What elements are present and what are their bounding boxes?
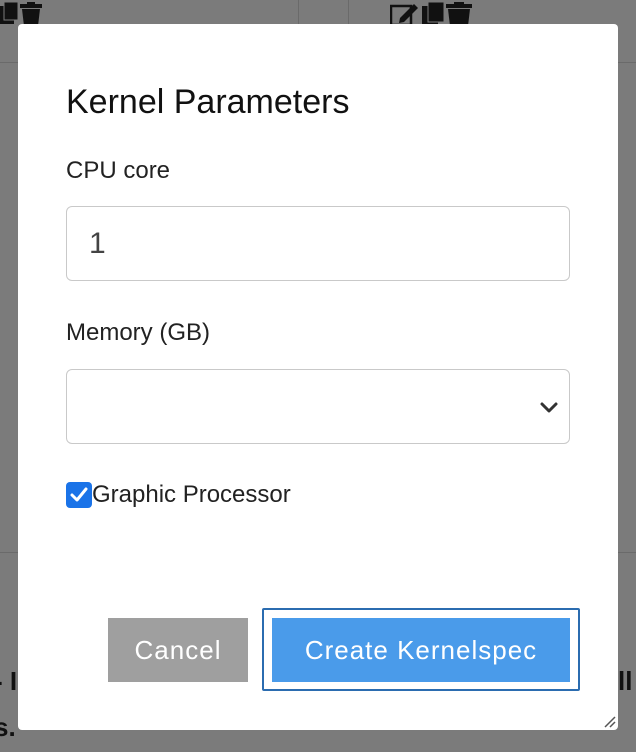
graphic-processor-label: Graphic Processor [92, 481, 291, 508]
memory-select[interactable] [66, 369, 570, 444]
graphic-processor-checkbox[interactable] [66, 482, 92, 508]
background-text-fragment: ll [618, 666, 633, 696]
cpu-core-label: CPU core [66, 157, 171, 184]
trash-icon [446, 2, 472, 26]
background-row-actions [390, 2, 472, 26]
checkmark-icon [70, 487, 88, 502]
background-text-fragment: - I [0, 666, 18, 696]
background-row-actions [0, 2, 42, 26]
resize-handle-icon[interactable] [602, 714, 616, 728]
cancel-button[interactable]: Cancel [108, 618, 248, 682]
copy-icon [0, 2, 18, 26]
dialog-title: Kernel Parameters [66, 83, 350, 121]
background-divider [298, 0, 299, 26]
background-text-fragment: s. [0, 712, 16, 742]
create-kernelspec-button[interactable]: Create Kernelspec [272, 618, 570, 682]
chevron-down-icon [539, 397, 559, 417]
graphic-processor-option: Graphic Processor [66, 480, 291, 510]
background-divider [348, 0, 349, 26]
trash-icon [20, 2, 42, 26]
cpu-core-input[interactable] [66, 206, 570, 281]
copy-icon [422, 2, 444, 26]
memory-label: Memory (GB) [66, 319, 210, 346]
kernel-parameters-dialog: Kernel Parameters CPU core Memory (GB) G… [18, 24, 618, 730]
edit-icon [390, 2, 420, 26]
